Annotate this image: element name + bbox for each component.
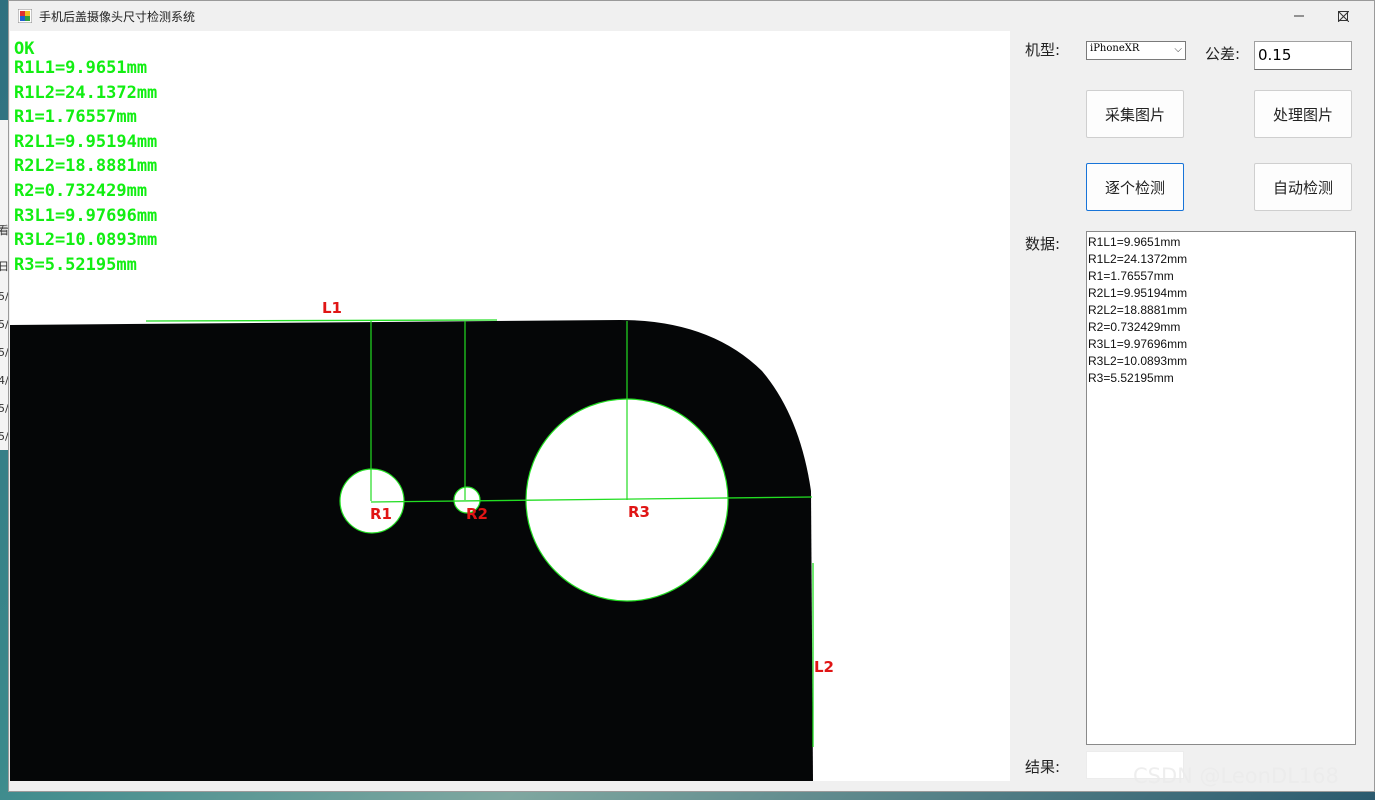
minimize-icon: [1294, 15, 1304, 17]
tolerance-label: 公差:: [1205, 45, 1241, 63]
step-detect-button[interactable]: 逐个检测: [1086, 163, 1184, 211]
list-item: R2L2=18.8881mm: [1088, 303, 1188, 317]
app-icon: [18, 9, 32, 23]
edge-line-l1: [145, 319, 498, 322]
overlay-measurement: R2L2=18.8881mm: [14, 156, 158, 177]
capture-image-button[interactable]: 采集图片: [1086, 90, 1184, 138]
model-select[interactable]: iPhoneXR ⌵: [1086, 41, 1186, 60]
close-icon: [1337, 10, 1349, 22]
overlay-measurement: R2L1=9.95194mm: [14, 131, 158, 152]
minimize-button[interactable]: [1276, 1, 1322, 31]
marker-r1: R1: [370, 505, 392, 523]
overlay-measurement: R1=1.76557mm: [14, 107, 137, 128]
overlay-measurement: R3L1=9.97696mm: [14, 205, 158, 226]
window-title: 手机后盖摄像头尺寸检测系统: [39, 10, 196, 24]
close-button[interactable]: [1320, 1, 1366, 31]
lens-hole-r1: [339, 468, 405, 534]
overlay-measurement: R3L2=10.0893mm: [14, 230, 158, 251]
marker-l2: L2: [814, 658, 834, 676]
marker-l1: L1: [322, 299, 342, 317]
tolerance-input[interactable]: 0.15: [1254, 41, 1352, 70]
title-bar[interactable]: 手机后盖摄像头尺寸检测系统: [9, 1, 1374, 31]
inspection-image-view[interactable]: OK R1L1=9.9651mm R1L2=24.1372mm R1=1.765…: [10, 31, 1010, 781]
result-label: 结果:: [1025, 758, 1061, 776]
measurement-data-list[interactable]: R1L1=9.9651mm R1L2=24.1372mm R1=1.76557m…: [1086, 231, 1356, 745]
data-label: 数据:: [1025, 235, 1061, 253]
tolerance-value: 0.15: [1258, 46, 1292, 64]
overlay-measurement: R2=0.732429mm: [14, 181, 148, 201]
main-window: 手机后盖摄像头尺寸检测系统 OK R1L1=9.9651mm R1L2=24.1…: [8, 0, 1375, 792]
list-item: R1L1=9.9651mm: [1088, 235, 1181, 249]
watermark: CSDN @LeonDL168: [1133, 764, 1339, 788]
list-item: R2L1=9.95194mm: [1088, 286, 1188, 300]
list-item: R1L2=24.1372mm: [1088, 252, 1188, 266]
model-select-value: iPhoneXR: [1090, 43, 1140, 54]
overlay-measurement: R1L1=9.9651mm: [14, 58, 148, 78]
marker-r3: R3: [628, 503, 650, 521]
list-item: R3L2=10.0893mm: [1088, 354, 1188, 368]
overlay-measurement: R1L2=24.1372mm: [14, 82, 158, 103]
marker-r2: R2: [466, 505, 488, 523]
list-item: R1=1.76557mm: [1088, 269, 1174, 283]
list-item: R3L1=9.97696mm: [1088, 337, 1188, 351]
list-item: R3=5.52195mm: [1088, 371, 1174, 385]
part-image: [10, 319, 814, 781]
auto-detect-button[interactable]: 自动检测: [1254, 163, 1352, 211]
list-item: R2=0.732429mm: [1088, 320, 1181, 334]
model-label: 机型:: [1025, 41, 1061, 59]
overlay-measurement: R3=5.52195mm: [14, 254, 137, 275]
chevron-down-icon: ⌵: [1174, 44, 1182, 55]
process-image-button[interactable]: 处理图片: [1254, 90, 1352, 138]
